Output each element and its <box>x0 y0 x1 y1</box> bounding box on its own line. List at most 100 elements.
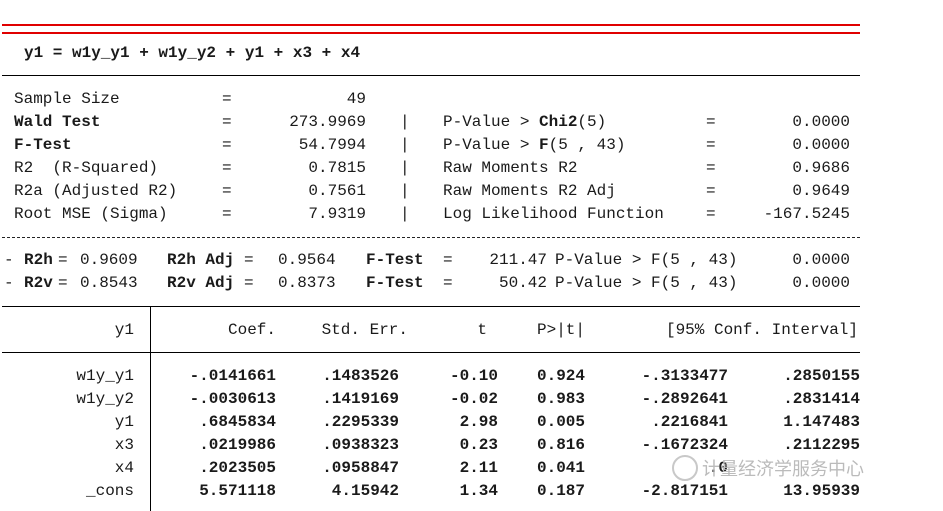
model-equation: y1 = w1y_y1 + w1y_y2 + y1 + x3 + x4 <box>24 44 361 62</box>
stat-value: 0.0000 <box>792 136 850 154</box>
cell-t: 2.98 <box>459 413 498 431</box>
decomp-value: 50.42 <box>498 274 547 292</box>
cell-coef: -.0030613 <box>189 390 276 408</box>
stat-separator: | <box>400 182 410 200</box>
stat-separator: | <box>400 159 410 177</box>
cell-ci-low: -.2892641 <box>641 390 728 408</box>
decomp-value: 0.8373 <box>278 274 336 292</box>
decomp-key: R2h <box>24 251 53 269</box>
cell-stderr: .0958847 <box>322 459 399 477</box>
cell-ci-high: 13.95939 <box>783 482 860 500</box>
cell-variable: w1y_y1 <box>76 367 134 385</box>
decomp-dash: - <box>4 251 14 269</box>
stat-value: -167.5245 <box>763 205 850 223</box>
table-top-rule <box>2 306 860 307</box>
cell-pvalue: 0.816 <box>536 436 585 454</box>
cell-pvalue: 0.983 <box>536 390 585 408</box>
decomp-key: F-Test <box>366 251 424 269</box>
stat-label: R2 (R-Squared) <box>14 159 159 177</box>
dashed-rule <box>2 237 860 238</box>
cell-stderr: .0938323 <box>322 436 399 454</box>
stat-label: R2a (Adjusted R2) <box>14 182 178 200</box>
table-column-divider <box>150 306 151 511</box>
stat-equals: = <box>706 136 716 154</box>
decomp-eq: = <box>58 274 68 292</box>
decomp-key: R2v <box>24 274 53 292</box>
stat-separator: | <box>400 205 410 223</box>
cell-coef: .6845834 <box>199 413 276 431</box>
header-p: P>|t| <box>536 321 585 339</box>
cell-coef: .2023505 <box>199 459 276 477</box>
decomp-key: F-Test <box>366 274 424 292</box>
decomp-eq: = <box>244 274 254 292</box>
stat-label: Sample Size <box>14 90 120 108</box>
wechat-icon <box>672 455 698 481</box>
watermark: 计量经济学服务中心 <box>672 455 912 484</box>
stat-value: 0.9686 <box>792 159 850 177</box>
cell-t: 1.34 <box>459 482 498 500</box>
stat-equals: = <box>222 113 232 131</box>
stat-separator: | <box>400 113 410 131</box>
cell-stderr: 4.15942 <box>331 482 399 500</box>
cell-pvalue: 0.005 <box>536 413 585 431</box>
stat-equals: = <box>222 136 232 154</box>
cell-variable: _cons <box>85 482 134 500</box>
cell-variable: w1y_y2 <box>76 390 134 408</box>
cell-ci-low: -2.817151 <box>641 482 728 500</box>
decomp-value: 0.9609 <box>80 251 138 269</box>
stat-value: 7.9319 <box>308 205 366 223</box>
header-coef: Coef. <box>227 321 276 339</box>
decomp-value: 211.47 <box>489 251 547 269</box>
stat-value: 0.7815 <box>308 159 366 177</box>
top-red-rule <box>2 24 860 26</box>
stat-equals: = <box>706 182 716 200</box>
cell-ci-low: -.3133477 <box>641 367 728 385</box>
decomp-eq: = <box>58 251 68 269</box>
stat-label: Wald Test <box>14 113 101 131</box>
cell-stderr: .1419169 <box>322 390 399 408</box>
cell-ci-high: .2850155 <box>783 367 860 385</box>
cell-t: -0.02 <box>449 390 498 408</box>
decomp-eq: = <box>443 274 453 292</box>
cell-variable: x4 <box>114 459 134 477</box>
cell-coef: 5.571118 <box>199 482 276 500</box>
top-red-rule-2 <box>2 32 860 34</box>
stat-equals: = <box>706 159 716 177</box>
stat-right-label: Raw Moments R2 <box>443 159 578 177</box>
header-rule <box>2 75 860 76</box>
watermark-text: 计量经济学服务中心 <box>702 459 864 480</box>
stat-right-label: P-Value > Chi2(5) <box>443 113 607 131</box>
cell-t: 2.11 <box>459 459 498 477</box>
header-conf-interval: [95% Conf. Interval] <box>665 321 858 339</box>
stat-equals: = <box>222 182 232 200</box>
cell-t: 0.23 <box>459 436 498 454</box>
cell-coef: -.0141661 <box>189 367 276 385</box>
decomp-value: 0.8543 <box>80 274 138 292</box>
stat-equals: = <box>222 205 232 223</box>
stat-right-label: Raw Moments R2 Adj <box>443 182 616 200</box>
cell-variable: y1 <box>114 413 134 431</box>
cell-pvalue: 0.924 <box>536 367 585 385</box>
cell-ci-high: 1.147483 <box>783 413 860 431</box>
stat-value: 273.9969 <box>289 113 366 131</box>
stat-right-label: P-Value > F(5 , 43) <box>443 136 626 154</box>
cell-coef: .0219986 <box>199 436 276 454</box>
header-depvar: y1 <box>114 321 134 339</box>
stat-label: F-Test <box>14 136 72 154</box>
header-stderr: Std. Err. <box>321 321 408 339</box>
cell-variable: x3 <box>114 436 134 454</box>
cell-ci-low: -.1672324 <box>641 436 728 454</box>
cell-t: -0.10 <box>449 367 498 385</box>
cell-pvalue: 0.187 <box>536 482 585 500</box>
decomp-dash: - <box>4 274 14 292</box>
stat-value: 0.0000 <box>792 113 850 131</box>
decomp-eq: = <box>244 251 254 269</box>
cell-stderr: .2295339 <box>322 413 399 431</box>
table-header-rule <box>2 352 860 353</box>
stat-equals: = <box>222 159 232 177</box>
header-t: t <box>477 321 487 339</box>
decomp-key: R2h Adj <box>167 251 235 269</box>
decomp-eq: = <box>443 251 453 269</box>
stat-value: 0.7561 <box>308 182 366 200</box>
stat-value: 54.7994 <box>298 136 366 154</box>
